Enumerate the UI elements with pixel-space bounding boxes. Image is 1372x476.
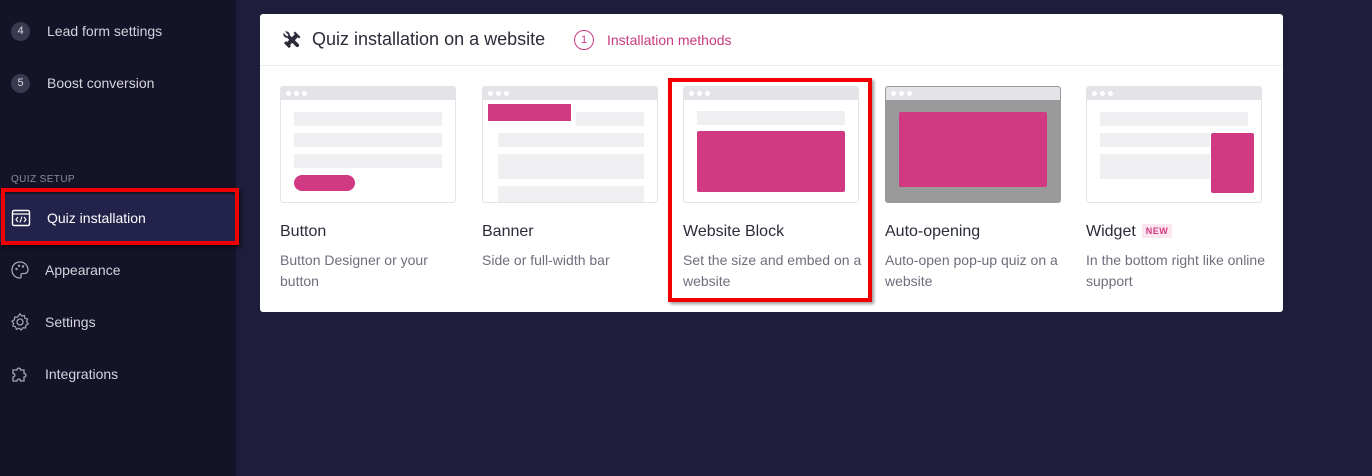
card-title: Button — [280, 223, 327, 240]
step-number: 5 — [11, 73, 30, 93]
card-title: Auto-opening — [885, 223, 981, 240]
sidebar-item-label: Settings — [45, 314, 96, 330]
palette-icon — [10, 260, 30, 280]
highlight-frame-quiz-installation — [1, 188, 239, 245]
step-label: Boost conversion — [47, 75, 155, 91]
sidebar-item-label: Appearance — [45, 262, 121, 278]
section-title-quiz-setup: QUIZ SETUP — [11, 174, 76, 185]
step-number: 4 — [11, 21, 30, 41]
sidebar-item-settings[interactable]: Settings — [0, 298, 236, 346]
method-card-widget[interactable]: Widget NEW In the bottom right like onlin… — [1086, 86, 1265, 289]
card-title-text: Widget — [1086, 223, 1136, 240]
step-indicator: 1 — [574, 30, 594, 50]
button-preview-image — [280, 86, 456, 203]
sidebar-item-appearance[interactable]: Appearance — [0, 246, 236, 294]
page-title: Quiz installation on a website — [312, 29, 546, 49]
card-description: In the bottom right like online support — [1086, 252, 1265, 289]
method-card-button[interactable]: Button Button Designer or your button — [280, 86, 456, 289]
sidebar-step-lead-form[interactable]: 4 Lead form settings — [0, 16, 236, 46]
card-description: Button Designer or your button — [280, 252, 428, 289]
highlight-frame-website-block — [668, 78, 872, 302]
sidebar-item-integrations[interactable]: Integrations — [0, 350, 236, 398]
step-label-installation-methods[interactable]: Installation methods — [607, 32, 732, 48]
auto-opening-preview-image — [885, 86, 1061, 203]
banner-preview-image — [482, 86, 658, 203]
card-title: Banner — [482, 223, 534, 240]
sidebar-item-label: Integrations — [45, 366, 119, 382]
panel-header: Quiz installation on a website 1 Install… — [260, 14, 1283, 66]
sidebar-step-boost-conversion[interactable]: 5 Boost conversion — [0, 68, 236, 98]
new-badge: NEW — [1141, 224, 1173, 238]
tools-icon — [281, 29, 303, 51]
gear-icon — [10, 312, 30, 332]
puzzle-icon — [10, 364, 30, 384]
method-card-auto-opening[interactable]: Auto-opening Auto-open pop-up quiz on a … — [885, 86, 1061, 289]
card-title: Widget NEW — [1086, 223, 1173, 241]
widget-preview-image — [1086, 86, 1262, 203]
card-description: Side or full-width bar — [482, 252, 610, 268]
card-description: Auto-open pop-up quiz on a website — [885, 252, 1058, 289]
method-card-banner[interactable]: Banner Side or full-width bar — [482, 86, 658, 268]
step-label: Lead form settings — [47, 23, 163, 39]
